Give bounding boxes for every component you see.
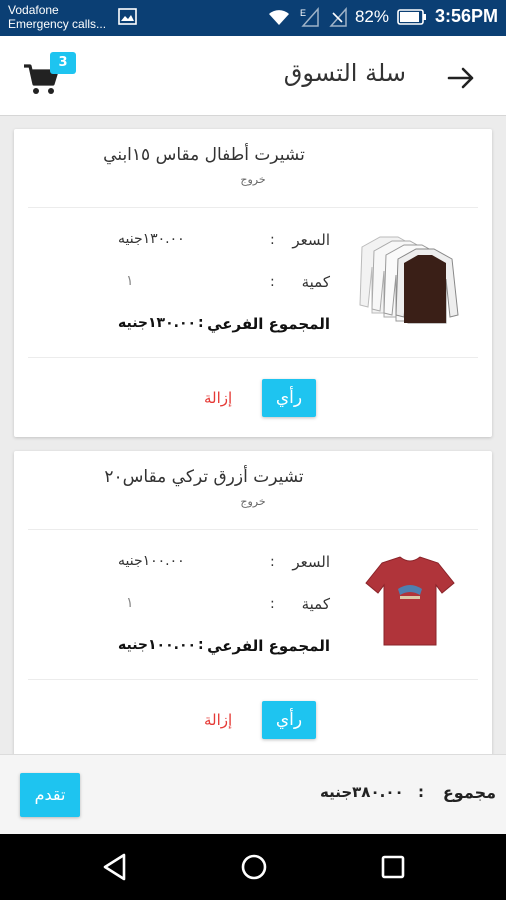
subtotal-colon: : xyxy=(198,637,204,653)
status-bar: Vodafone Emergency calls... E 82% 3:56PM xyxy=(0,0,506,36)
cart-count-badge: 3 xyxy=(50,52,76,74)
product-image-red-tshirt xyxy=(365,556,455,646)
quantity-value[interactable]: ١ xyxy=(126,273,134,289)
product-name: تشيرت أطفال مقاس ١٥ابني xyxy=(103,145,305,165)
product-image-longsleeve-tshirts xyxy=(359,236,459,324)
carrier-name: Vodafone xyxy=(8,3,59,17)
product-status: خروج xyxy=(240,495,266,508)
proceed-button[interactable]: تقدم xyxy=(20,773,80,817)
quantity-label: كمية xyxy=(301,595,330,613)
nav-home-icon[interactable] xyxy=(237,850,271,884)
quantity-label: كمية xyxy=(301,273,330,291)
nav-back-icon[interactable] xyxy=(100,850,134,884)
divider xyxy=(28,357,478,358)
remove-button[interactable]: إزالة xyxy=(204,711,232,729)
image-icon xyxy=(118,8,137,25)
product-name: تشيرت أزرق تركي مقاس٢٠ xyxy=(104,467,304,487)
divider xyxy=(28,529,478,530)
subtotal-colon: : xyxy=(198,315,204,331)
wifi-icon xyxy=(268,9,289,25)
battery-percent: 82% xyxy=(354,6,389,26)
signal-muted-icon xyxy=(329,6,347,27)
total-value: ٣٨٠.٠٠جنيه xyxy=(320,783,404,801)
price-colon: : xyxy=(270,232,275,248)
price-colon: : xyxy=(270,554,275,570)
remove-button[interactable]: إزالة xyxy=(204,389,232,407)
status-right: E 82% 3:56PM xyxy=(267,6,498,27)
view-button[interactable]: رأي xyxy=(262,701,316,739)
cart-item-card: تشيرت أزرق تركي مقاس٢٠ خروج السعر : ١٠٠.… xyxy=(14,451,492,761)
clock: 3:56PM xyxy=(434,6,498,26)
subtotal-value: ١٣٠.٠٠جنيه xyxy=(118,315,197,331)
system-nav-bar xyxy=(0,834,506,900)
divider xyxy=(28,679,478,680)
subtotal-label: المجموع الفرعي xyxy=(207,637,330,655)
subtotal-value: ١٠٠.٠٠جنيه xyxy=(118,637,197,653)
page-title: سلة التسوق xyxy=(283,59,406,87)
cart-item-card: تشيرت أطفال مقاس ١٥ابني خروج السعر : ١٣٠… xyxy=(14,129,492,437)
battery-icon xyxy=(397,8,426,25)
total-label: مجموع xyxy=(442,783,496,802)
checkout-footer: تقدم ٣٨٠.٠٠جنيه : مجموع xyxy=(0,754,506,834)
product-status: خروج xyxy=(240,173,266,186)
emergency-text: Emergency calls... xyxy=(8,17,107,31)
nav-recents-icon[interactable] xyxy=(376,850,410,884)
subtotal-label: المجموع الفرعي xyxy=(207,315,330,333)
divider xyxy=(28,207,478,208)
app-bar: 3 سلة التسوق xyxy=(0,36,506,116)
signal-e-icon: E xyxy=(300,6,319,27)
carrier-info: Vodafone Emergency calls... xyxy=(8,3,106,31)
total-colon: : xyxy=(418,783,424,801)
price-value: ١٣٠.٠٠جنيه xyxy=(118,231,185,247)
price-value: ١٠٠.٠٠جنيه xyxy=(118,553,185,569)
svg-text:E: E xyxy=(300,8,306,18)
quantity-value[interactable]: ١ xyxy=(126,595,134,611)
quantity-colon: : xyxy=(270,274,275,290)
arrow-right-icon[interactable] xyxy=(446,63,476,93)
view-button[interactable]: رأي xyxy=(262,379,316,417)
price-label: السعر xyxy=(292,553,330,571)
price-label: السعر xyxy=(292,231,330,249)
quantity-colon: : xyxy=(270,596,275,612)
